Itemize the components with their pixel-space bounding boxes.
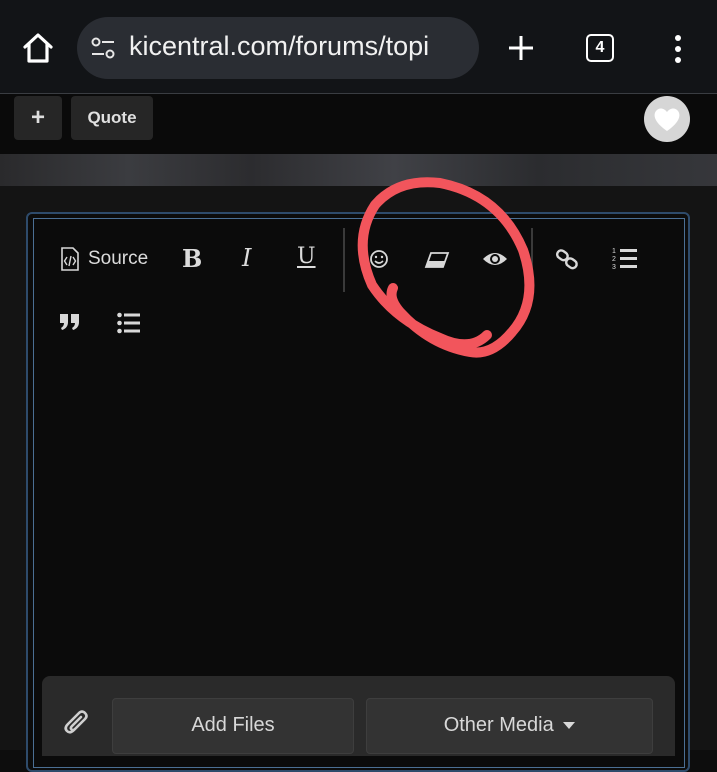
preview-eye-icon[interactable] bbox=[482, 250, 508, 268]
source-code-icon[interactable] bbox=[60, 247, 80, 271]
bullet-list-icon[interactable] bbox=[117, 312, 141, 334]
url-text[interactable]: kicentral.com/forums/topi bbox=[129, 31, 429, 62]
underline-button[interactable]: U bbox=[297, 244, 316, 269]
toolbar-divider bbox=[343, 228, 345, 292]
smiley-icon[interactable] bbox=[369, 249, 389, 269]
svg-text:3: 3 bbox=[612, 264, 616, 271]
home-icon[interactable] bbox=[20, 30, 56, 66]
caret-down-icon bbox=[563, 721, 576, 729]
numbered-list-icon[interactable]: 1 2 3 bbox=[612, 246, 638, 272]
more-options-icon[interactable] bbox=[670, 34, 686, 64]
tab-switcher-button[interactable]: 4 bbox=[586, 34, 614, 62]
source-button[interactable]: Source bbox=[88, 248, 148, 270]
link-icon[interactable] bbox=[555, 248, 579, 270]
italic-button[interactable]: I bbox=[242, 244, 251, 272]
heart-icon bbox=[654, 108, 680, 131]
add-files-button[interactable]: Add Files bbox=[112, 698, 354, 754]
blockquote-icon[interactable] bbox=[59, 312, 81, 332]
paperclip-icon bbox=[64, 710, 88, 734]
other-media-button[interactable]: Other Media bbox=[366, 698, 653, 754]
toolbar-divider bbox=[531, 228, 533, 292]
new-tab-icon[interactable] bbox=[505, 32, 537, 64]
quote-button[interactable]: Quote bbox=[71, 96, 153, 140]
svg-text:1: 1 bbox=[612, 248, 616, 255]
site-settings-icon[interactable] bbox=[91, 37, 115, 59]
plus-button[interactable]: + bbox=[14, 96, 62, 140]
svg-text:2: 2 bbox=[612, 256, 616, 263]
like-button[interactable] bbox=[644, 96, 690, 142]
eraser-icon[interactable] bbox=[424, 251, 450, 269]
other-media-label: Other Media bbox=[443, 714, 554, 736]
address-bar[interactable]: kicentral.com/forums/topi bbox=[77, 17, 479, 79]
bold-button[interactable]: B bbox=[182, 244, 202, 273]
page-banner bbox=[0, 154, 717, 186]
